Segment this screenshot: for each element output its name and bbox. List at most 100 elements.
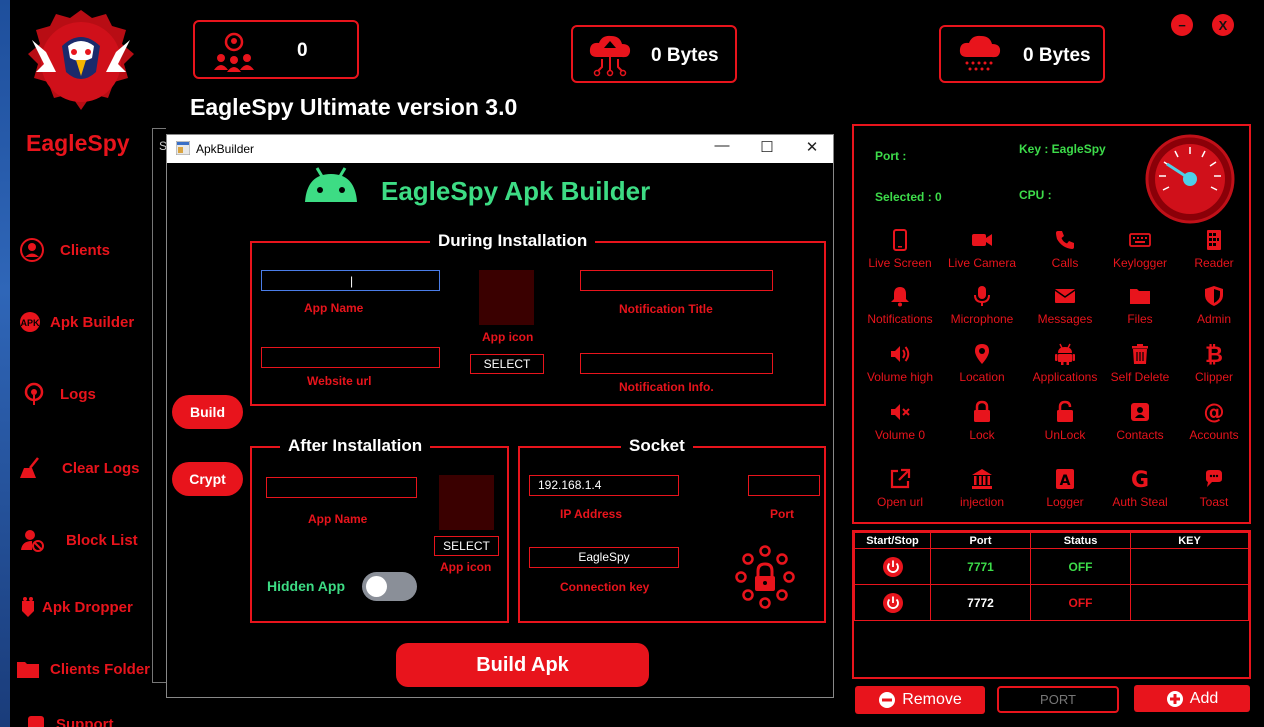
- feature-contacts-button[interactable]: Contacts: [1100, 400, 1180, 442]
- port-input[interactable]: PORT: [997, 686, 1119, 713]
- selected-count: Selected : 0: [875, 190, 942, 204]
- app-title: EagleSpy Ultimate version 3.0: [190, 94, 518, 120]
- feature-files-button[interactable]: Files: [1100, 284, 1180, 326]
- app-name-input[interactable]: |: [261, 270, 440, 291]
- sidebar-item-clients[interactable]: Clients: [20, 238, 110, 262]
- speedometer-icon: [1145, 134, 1235, 224]
- keyboard-icon: [1129, 233, 1151, 247]
- feature-applications-button[interactable]: Applications: [1025, 342, 1105, 384]
- user-icon: [20, 238, 44, 262]
- users-network-icon: [214, 32, 254, 72]
- after-app-icon-preview: [439, 475, 494, 530]
- sidebar-item-block-list[interactable]: Block List: [20, 528, 138, 552]
- eagle-logo: [28, 10, 134, 110]
- feature-label: Contacts: [1116, 428, 1164, 442]
- feature-volume-0-button[interactable]: Volume 0: [860, 400, 940, 442]
- sidebar-item-logs[interactable]: Logs: [22, 382, 96, 406]
- at-icon: @: [1204, 400, 1225, 424]
- microphone-icon: [974, 286, 990, 306]
- feature-admin-button[interactable]: Admin: [1174, 284, 1254, 326]
- key-info: Key : EagleSpy: [1019, 142, 1106, 156]
- table-row: 7772 OFF: [854, 584, 1249, 621]
- feature-unlock-button[interactable]: UnLock: [1025, 400, 1105, 442]
- after-select-icon-button[interactable]: SELECT: [434, 536, 499, 556]
- sidebar-item-support[interactable]: Support: [24, 712, 114, 727]
- notification-title-input[interactable]: [580, 270, 773, 291]
- notification-info-input[interactable]: [580, 353, 773, 374]
- feature-clipper-button[interactable]: ₿ Clipper: [1174, 342, 1254, 384]
- add-button[interactable]: Add: [1134, 685, 1250, 712]
- feature-label: Microphone: [950, 312, 1014, 326]
- select-icon-button[interactable]: SELECT: [470, 354, 544, 374]
- close-button[interactable]: X: [1212, 14, 1234, 36]
- sidebar-item-clear-logs[interactable]: Clear Logs: [18, 456, 140, 480]
- ip-address-input[interactable]: 192.168.1.4: [529, 475, 679, 496]
- after-app-icon-label: App icon: [440, 560, 492, 574]
- sidebar-item-apk-builder[interactable]: APK Apk Builder: [18, 310, 134, 334]
- connection-key-label: Connection key: [560, 580, 650, 594]
- power-button-icon[interactable]: [882, 592, 904, 614]
- feature-injection-button[interactable]: injection: [942, 467, 1022, 509]
- sidebar-item-clients-folder[interactable]: Clients Folder: [16, 657, 150, 681]
- sidebar-item-label: Apk Builder: [50, 313, 135, 331]
- crypt-button[interactable]: Crypt: [172, 462, 243, 496]
- start-stop-cell: [854, 548, 931, 585]
- connection-key-input[interactable]: EagleSpy: [529, 547, 679, 568]
- feature-location-button[interactable]: Location: [942, 342, 1022, 384]
- add-button-label: Add: [1189, 689, 1219, 707]
- dialog-titlebar[interactable]: ApkBuilder — ☐ ✕: [167, 135, 833, 163]
- hidden-app-toggle[interactable]: [362, 572, 417, 601]
- dialog-title: ApkBuilder: [196, 142, 255, 156]
- feature-open-url-button[interactable]: Open url: [860, 467, 940, 509]
- feature-lock-button[interactable]: Lock: [942, 400, 1022, 442]
- contacts-icon: [1131, 403, 1149, 421]
- power-button-icon[interactable]: [882, 556, 904, 578]
- folder-icon: [1130, 289, 1150, 304]
- feature-accounts-button[interactable]: @ Accounts: [1174, 400, 1254, 442]
- stat-upload-box: 0 Bytes: [571, 25, 737, 83]
- stat-download-box: 0 Bytes: [939, 25, 1105, 83]
- group-title: After Installation: [280, 436, 431, 456]
- svg-text:G: G: [1131, 468, 1149, 491]
- after-installation-group: After Installation App Name SELECT App i…: [250, 436, 509, 623]
- dialog-close-button[interactable]: ✕: [800, 138, 824, 156]
- socket-port-label: Port: [770, 507, 794, 521]
- minus-circle-icon: [879, 692, 896, 708]
- feature-live-camera-button[interactable]: Live Camera: [942, 228, 1022, 270]
- minimize-button[interactable]: −: [1171, 14, 1193, 36]
- feature-live-screen-button[interactable]: Live Screen: [860, 228, 940, 270]
- feature-notifications-button[interactable]: Notifications: [860, 284, 940, 326]
- after-app-name-input[interactable]: [266, 477, 417, 498]
- feature-label: Toast: [1199, 495, 1229, 509]
- svg-text:@: @: [1204, 400, 1225, 424]
- dialog-minimize-button[interactable]: —: [710, 137, 734, 154]
- dialog-maximize-button[interactable]: ☐: [755, 138, 779, 156]
- website-url-input[interactable]: [261, 347, 440, 368]
- feature-calls-button[interactable]: Calls: [1025, 228, 1105, 270]
- build-apk-button[interactable]: Build Apk: [396, 643, 649, 687]
- remove-button[interactable]: Remove: [855, 686, 985, 714]
- sidebar-item-label: Logs: [60, 385, 96, 403]
- feature-reader-button[interactable]: Reader: [1174, 228, 1254, 270]
- build-button[interactable]: Build: [172, 395, 243, 429]
- feature-volume-high-button[interactable]: Volume high: [860, 342, 940, 384]
- socket-port-input[interactable]: [748, 475, 820, 496]
- folder-icon: [17, 662, 39, 678]
- app-window: EagleSpy Clients APK Apk Builder Logs Cl…: [0, 0, 1264, 727]
- feature-microphone-button[interactable]: Microphone: [942, 284, 1022, 326]
- table-row: 7771 OFF: [854, 548, 1249, 585]
- sidebar-item-label: Clear Logs: [62, 459, 140, 477]
- block-user-icon: [21, 530, 44, 552]
- column-header: KEY: [1130, 532, 1249, 549]
- sidebar-item-apk-dropper[interactable]: Apk Dropper: [16, 595, 133, 619]
- apk-icon: APK: [20, 312, 40, 332]
- feature-keylogger-button[interactable]: Keylogger: [1100, 228, 1180, 270]
- external-link-icon: [890, 468, 911, 489]
- feature-toast-button[interactable]: Toast: [1174, 467, 1254, 509]
- feature-self-delete-button[interactable]: Self Delete: [1100, 342, 1180, 384]
- feature-auth-steal-button[interactable]: G Auth Steal: [1100, 467, 1180, 509]
- stat-upload-value: 0 Bytes: [651, 45, 719, 66]
- feature-logger-button[interactable]: A Logger: [1025, 467, 1105, 509]
- feature-messages-button[interactable]: Messages: [1025, 284, 1105, 326]
- apk-builder-dialog: ApkBuilder — ☐ ✕ EagleSpy Apk Builder Du…: [166, 134, 834, 698]
